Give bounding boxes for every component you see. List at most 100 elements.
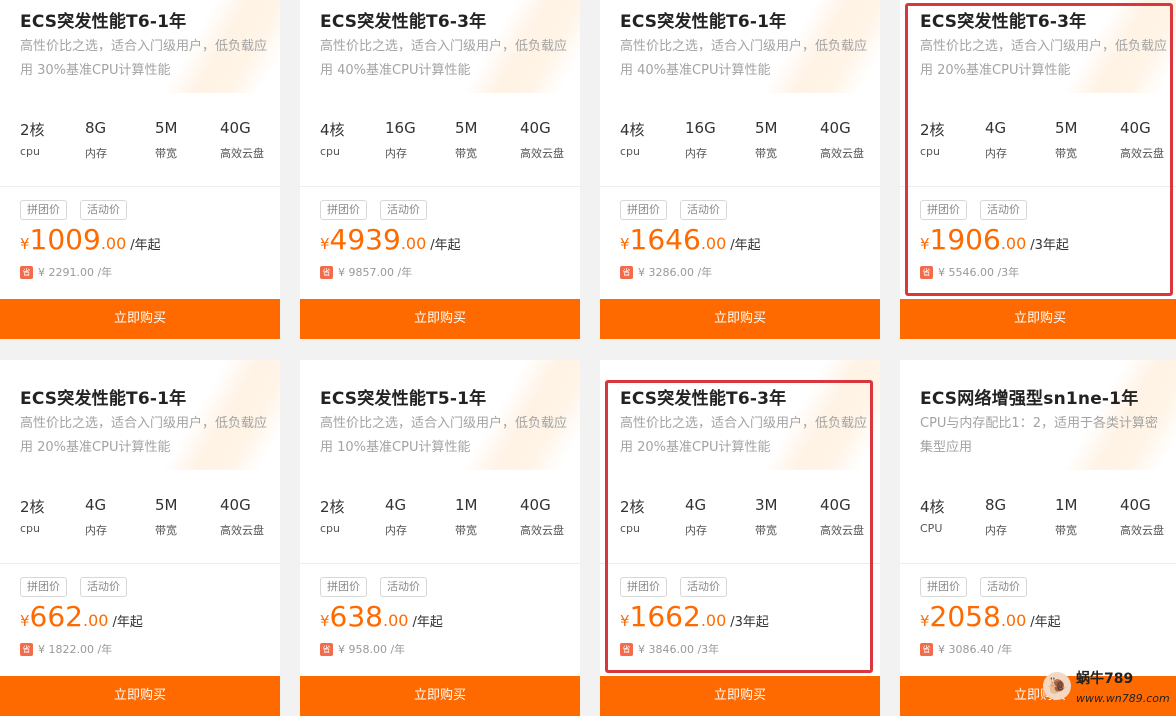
card-title: ECS突发性能T5-1年 — [320, 389, 487, 409]
group-price-tag: 拼团价 — [20, 577, 67, 597]
save-icon: 省 — [920, 266, 933, 279]
spec-value: 40G — [1120, 496, 1151, 514]
product-card: ECS突发性能T6-1年 高性价比之选，适合入门级用户，低负载应用 20%基准CP… — [0, 360, 280, 716]
card-title: ECS网络增强型sn1ne-1年 — [920, 389, 1139, 409]
buy-now-button[interactable]: 立即购买 — [300, 676, 580, 716]
price-integer: 2058 — [929, 600, 1001, 633]
original-price-text: ¥ 9857.00 /年 — [338, 266, 413, 279]
price-decimal: .00 — [1000, 611, 1027, 630]
spec-value: 1M — [455, 496, 478, 514]
price-period: /年起 — [1030, 615, 1061, 630]
product-card: ECS突发性能T6-1年 高性价比之选，适合入门级用户，低负载应用 30%基准CP… — [0, 0, 280, 339]
card-title: ECS突发性能T6-3年 — [320, 12, 487, 32]
spec-value: 40G — [820, 119, 851, 137]
spec-unit: cpu — [20, 522, 41, 535]
spec-item: 4G 内存 — [985, 119, 1007, 161]
spec-item: 40G 高效云盘 — [220, 496, 264, 538]
currency-symbol: ¥ — [620, 235, 630, 253]
original-price: 省 ¥ 958.00 /年 — [320, 641, 405, 657]
spec-value: 40G — [520, 496, 551, 514]
spec-item: 5M 带宽 — [755, 119, 778, 161]
spec-unit: 高效云盘 — [520, 524, 564, 537]
card-description: 高性价比之选，适合入门级用户，低负载应用 40%基准CPU计算性能 — [320, 39, 568, 78]
promo-price-tag: 活动价 — [80, 577, 127, 597]
spec-item: 3M 带宽 — [755, 496, 778, 538]
price: ¥2058.00/年起 — [920, 600, 1061, 633]
buy-now-button[interactable]: 立即购买 — [300, 299, 580, 339]
spec-unit: cpu — [320, 145, 341, 158]
currency-symbol: ¥ — [920, 612, 930, 630]
spec-unit: 内存 — [685, 524, 707, 537]
price-integer: 638 — [329, 600, 383, 633]
card-description: 高性价比之选，适合入门级用户，低负载应用 10%基准CPU计算性能 — [320, 416, 568, 455]
original-price: 省 ¥ 5546.00 /3年 — [920, 264, 1019, 280]
currency-symbol: ¥ — [620, 612, 630, 630]
spec-unit: 带宽 — [1055, 147, 1077, 160]
spec-item: 4核 CPU — [920, 496, 945, 535]
price-period: /年起 — [130, 238, 161, 253]
currency-symbol: ¥ — [320, 612, 330, 630]
spec-item: 40G 高效云盘 — [820, 119, 864, 161]
spec-value: 5M — [155, 496, 178, 514]
group-price-tag: 拼团价 — [920, 200, 967, 220]
spec-item: 5M 带宽 — [1055, 119, 1078, 161]
spec-item: 40G 高效云盘 — [1120, 119, 1164, 161]
card-divider — [300, 186, 580, 187]
spec-item: 2核 cpu — [320, 496, 345, 535]
original-price-text: ¥ 3086.40 /年 — [938, 643, 1013, 656]
price-decimal: .00 — [700, 234, 727, 253]
group-price-tag: 拼团价 — [20, 200, 67, 220]
buy-now-button[interactable]: 立即购买 — [0, 299, 280, 339]
spec-item: 1M 带宽 — [1055, 496, 1078, 538]
card-description: 高性价比之选，适合入门级用户，低负载应用 30%基准CPU计算性能 — [20, 39, 268, 78]
price-decimal: .00 — [383, 611, 409, 630]
spec-item: 16G 内存 — [685, 119, 716, 161]
group-price-tag: 拼团价 — [620, 200, 667, 220]
price-integer: 1906 — [929, 223, 1001, 256]
spec-item: 5M 带宽 — [155, 119, 178, 161]
spec-value: 2核 — [620, 498, 645, 516]
card-title: ECS突发性能T6-1年 — [620, 12, 787, 32]
save-icon: 省 — [320, 643, 333, 656]
original-price: 省 ¥ 2291.00 /年 — [20, 264, 112, 280]
product-card: ECS网络增强型sn1ne-1年 CPU与内存配比1：2，适用于各类计算密集型应用… — [900, 360, 1176, 716]
spec-item: 2核 cpu — [20, 119, 45, 158]
buy-now-button[interactable]: 立即购买 — [600, 299, 880, 339]
card-divider — [600, 563, 880, 564]
spec-unit: 高效云盘 — [1120, 147, 1164, 160]
spec-unit: 带宽 — [755, 524, 777, 537]
price: ¥4939.00/年起 — [320, 223, 461, 256]
spec-item: 40G 高效云盘 — [220, 119, 264, 161]
card-description: 高性价比之选，适合入门级用户，低负载应用 40%基准CPU计算性能 — [620, 39, 868, 78]
card-description: CPU与内存配比1：2，适用于各类计算密集型应用 — [920, 416, 1158, 455]
spec-item: 2核 cpu — [620, 496, 645, 535]
spec-item: 2核 cpu — [920, 119, 945, 158]
price-integer: 1662 — [629, 600, 701, 633]
price-integer: 1009 — [29, 223, 101, 256]
save-icon: 省 — [20, 643, 33, 656]
spec-value: 1M — [1055, 496, 1078, 514]
spec-value: 2核 — [20, 498, 45, 516]
promo-price-tag: 活动价 — [80, 200, 127, 220]
promo-price-tag: 活动价 — [980, 200, 1027, 220]
card-divider — [900, 186, 1176, 187]
currency-symbol: ¥ — [920, 235, 930, 253]
original-price-text: ¥ 958.00 /年 — [338, 643, 406, 656]
price: ¥1009.00/年起 — [20, 223, 161, 256]
spec-value: 5M — [455, 119, 478, 137]
spec-value: 5M — [1055, 119, 1078, 137]
buy-now-button[interactable]: 立即购买 — [900, 299, 1176, 339]
buy-now-button[interactable]: 立即购买 — [600, 676, 880, 716]
card-divider — [600, 186, 880, 187]
spec-item: 40G 高效云盘 — [1120, 496, 1164, 538]
group-price-tag: 拼团价 — [320, 200, 367, 220]
spec-value: 40G — [820, 496, 851, 514]
product-card: ECS突发性能T6-3年 高性价比之选，适合入门级用户，低负载应用 20%基准CP… — [900, 0, 1176, 339]
spec-value: 4G — [685, 496, 707, 514]
original-price: 省 ¥ 9857.00 /年 — [320, 264, 412, 280]
price-period: /3年起 — [730, 615, 769, 630]
buy-now-button[interactable]: 立即购买 — [0, 676, 280, 716]
spec-value: 4核 — [620, 121, 645, 139]
card-divider — [0, 563, 280, 564]
price: ¥1662.00/3年起 — [620, 600, 769, 633]
